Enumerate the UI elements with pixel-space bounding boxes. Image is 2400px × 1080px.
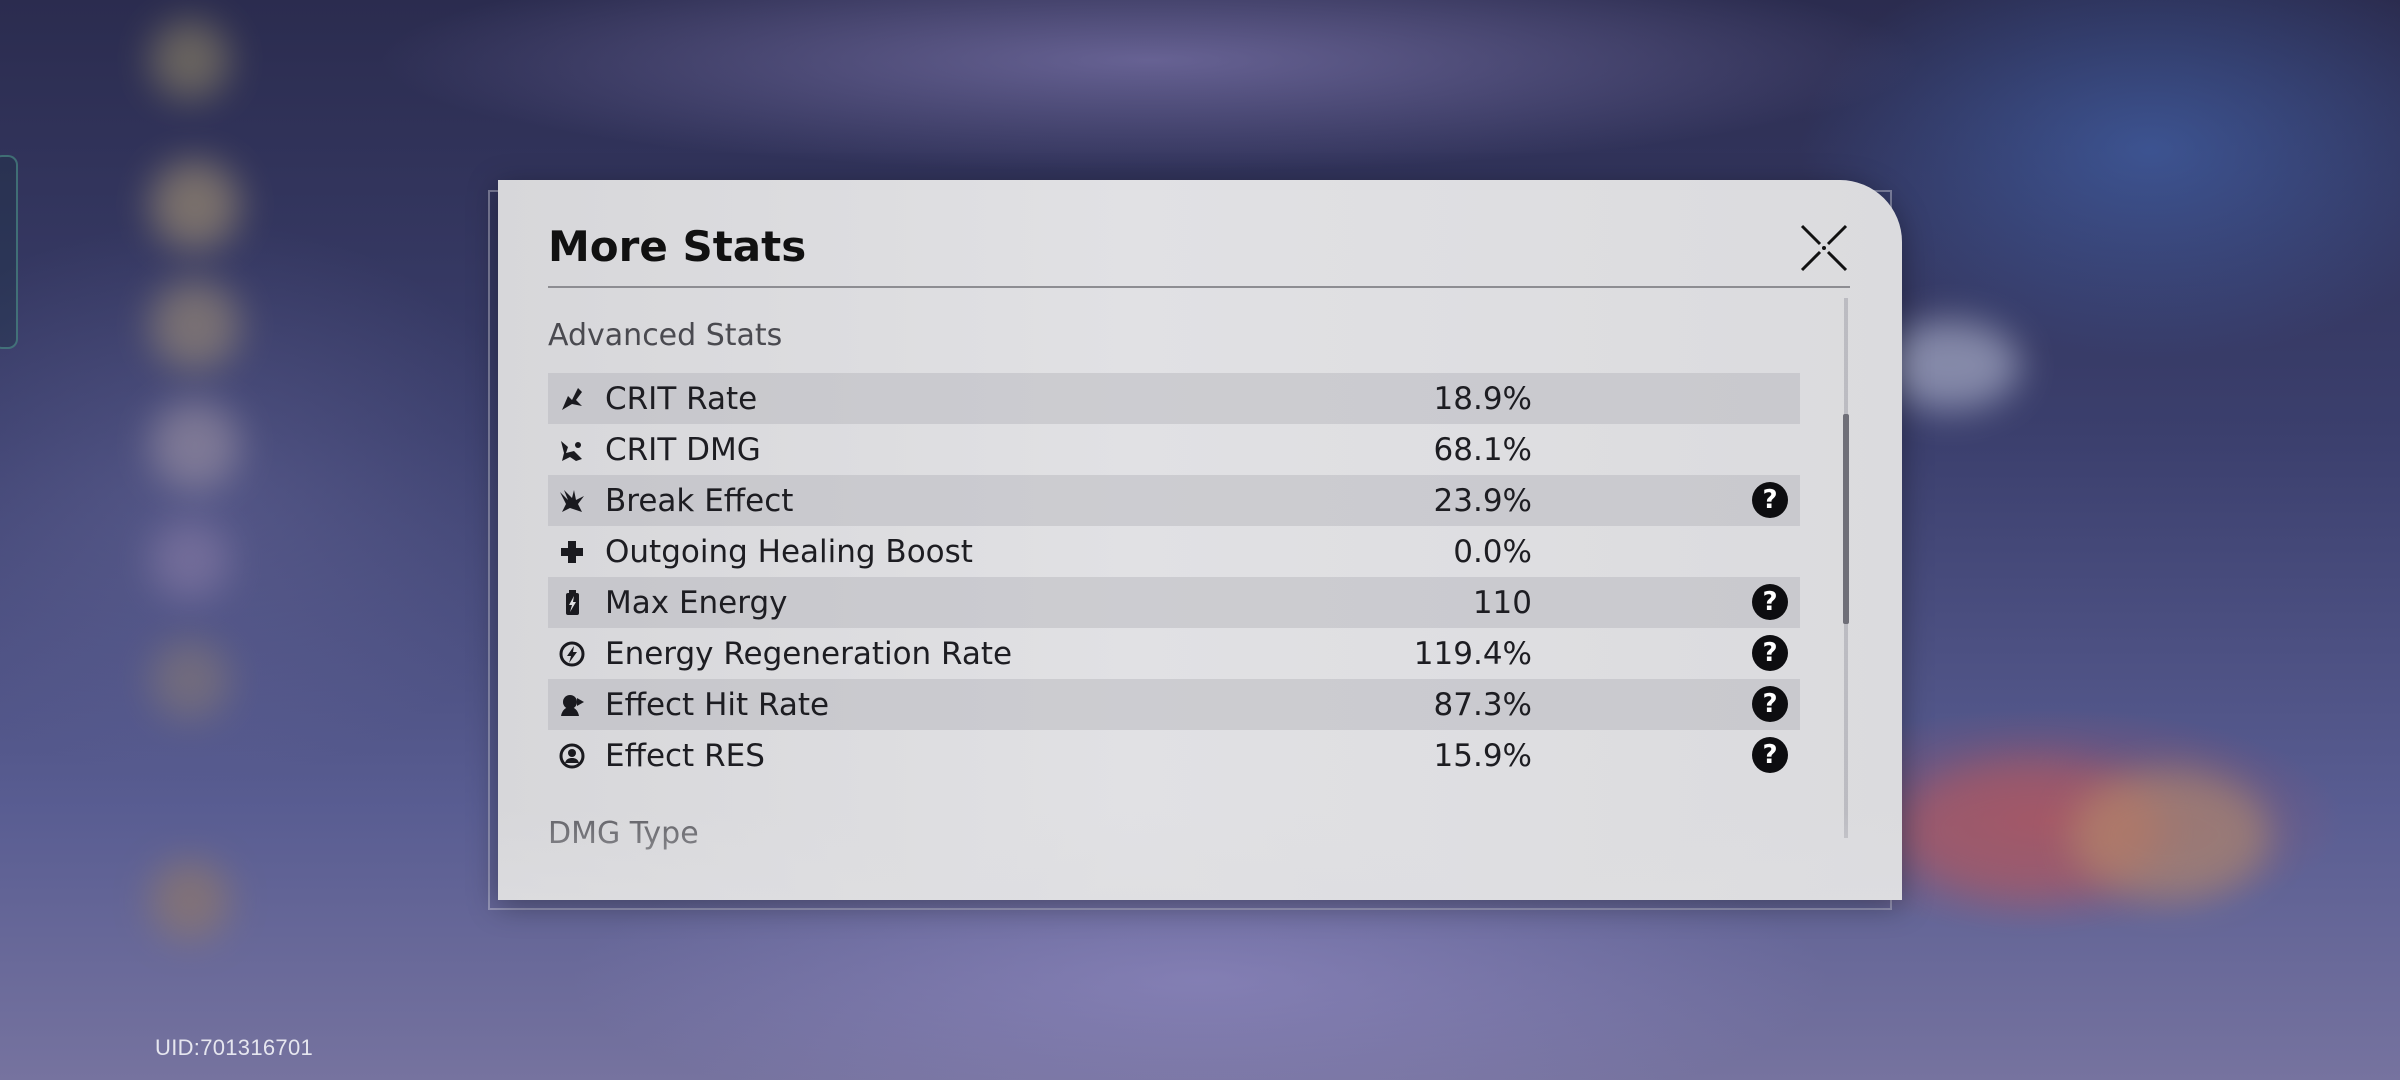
healing-cross-icon xyxy=(561,541,583,563)
stat-label: CRIT Rate xyxy=(605,380,758,417)
stat-value: 119.4% xyxy=(1413,635,1532,672)
effect-hit-icon xyxy=(561,695,584,716)
stat-row-max-energy: Max Energy 110 ? xyxy=(548,577,1800,628)
stat-value: 68.1% xyxy=(1433,431,1532,468)
close-x-icon xyxy=(1800,224,1848,272)
stat-value: 87.3% xyxy=(1433,686,1532,723)
stat-label: Max Energy xyxy=(605,584,788,621)
title-divider xyxy=(548,286,1850,288)
blurred-menu-icon xyxy=(150,280,240,370)
close-button[interactable] xyxy=(1798,222,1850,274)
scrollbar-thumb[interactable] xyxy=(1843,414,1849,624)
help-icon[interactable]: ? xyxy=(1752,635,1788,671)
stat-label: Effect Hit Rate xyxy=(605,686,830,723)
stat-value: 110 xyxy=(1472,584,1532,621)
crit-dmg-icon xyxy=(561,441,582,461)
blurred-menu-icon xyxy=(150,640,230,720)
stat-row-crit-dmg: CRIT DMG 68.1% xyxy=(548,424,1800,475)
stat-label: Energy Regeneration Rate xyxy=(605,635,1013,672)
help-icon[interactable]: ? xyxy=(1752,482,1788,518)
help-icon[interactable]: ? xyxy=(1752,686,1788,722)
stat-row-outgoing-healing-boost: Outgoing Healing Boost 0.0% xyxy=(548,526,1800,577)
stat-label: CRIT DMG xyxy=(605,431,761,468)
blurred-menu-icon xyxy=(150,160,240,250)
stat-row-crit-rate: CRIT Rate 18.9% xyxy=(548,373,1800,424)
uid-label: UID:701316701 xyxy=(155,1035,314,1060)
stat-value: 18.9% xyxy=(1433,380,1532,417)
effect-res-icon xyxy=(559,743,585,769)
more-stats-dialog: More Stats Advanced Stats CRIT Rate 18.9… xyxy=(498,180,1902,900)
stat-value: 0.0% xyxy=(1453,533,1532,570)
stat-label: Outgoing Healing Boost xyxy=(605,533,973,570)
help-icon[interactable]: ? xyxy=(1752,584,1788,620)
stat-label: Effect RES xyxy=(605,737,765,774)
advanced-stats-list: CRIT Rate 18.9% CRIT DMG 68.1% Break Eff… xyxy=(548,373,1800,781)
side-tab-edge xyxy=(0,155,18,349)
help-icon[interactable]: ? xyxy=(1752,737,1788,773)
crit-rate-icon xyxy=(562,388,582,410)
blurred-character-gold xyxy=(2070,770,2270,900)
stat-row-energy-regeneration-rate: Energy Regeneration Rate 119.4% ? xyxy=(548,628,1800,679)
blurred-menu-icon xyxy=(150,400,240,490)
blurred-menu-icon xyxy=(150,20,230,100)
battery-icon xyxy=(566,590,579,615)
stat-value: 23.9% xyxy=(1433,482,1532,519)
blurred-menu-icon xyxy=(150,860,230,940)
bottom-fade xyxy=(498,810,1902,900)
break-effect-icon xyxy=(560,490,584,512)
stat-row-break-effect: Break Effect 23.9% ? xyxy=(548,475,1800,526)
stat-label: Break Effect xyxy=(605,482,794,519)
energy-regen-icon xyxy=(559,641,585,667)
dialog-title: More Stats xyxy=(548,222,807,271)
section-heading-dmg-type: DMG Type xyxy=(548,816,699,851)
section-heading-advanced-stats: Advanced Stats xyxy=(548,318,783,353)
stat-row-effect-hit-rate: Effect Hit Rate 87.3% ? xyxy=(548,679,1800,730)
stat-value: 15.9% xyxy=(1433,737,1532,774)
blurred-menu-icon xyxy=(150,520,230,600)
stat-row-effect-res: Effect RES 15.9% ? xyxy=(548,730,1800,781)
